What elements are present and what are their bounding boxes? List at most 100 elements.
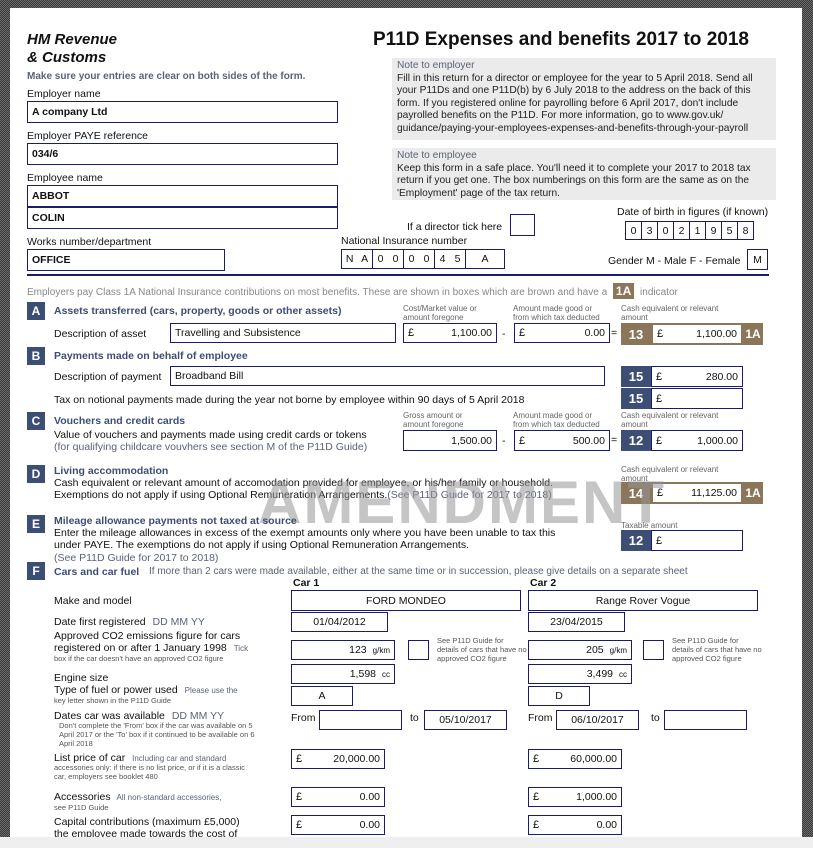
car2-list-price-field[interactable]: £60,000.00 (528, 749, 622, 769)
ni-pair[interactable]: 00 (372, 249, 404, 269)
car1-list-price-field[interactable]: £20,000.00 (291, 749, 385, 769)
employee-name-label: Employee name (27, 172, 103, 184)
car2-engine-field[interactable]: 3,499 cc (528, 664, 632, 684)
car1-from-field[interactable] (319, 710, 402, 730)
class-1a-indicator: 1A (743, 323, 763, 345)
currency-sign: £ (519, 434, 526, 447)
vouchers-cash-equivalent-field[interactable]: £1,000.00 (651, 430, 743, 451)
currency-sign: £ (656, 370, 663, 383)
asset-description-label: Description of asset (54, 328, 147, 340)
dob-digit[interactable]: 1 (689, 221, 706, 240)
horizontal-scroll-area[interactable] (0, 837, 813, 848)
employer-name-field[interactable]: A company Ltd (27, 101, 338, 123)
currency-sign: £ (296, 753, 303, 765)
employee-forename-field[interactable]: COLIN (27, 207, 338, 229)
ni-suffix[interactable]: A (465, 249, 505, 269)
dob-digit[interactable]: 5 (721, 221, 738, 240)
car2-from-field[interactable]: 06/10/2017 (556, 710, 639, 730)
director-label: If a director tick here (407, 221, 503, 233)
box-12-mileage-badge: 12 (621, 530, 651, 551)
asset-cost-value: 1,100.00 (451, 327, 492, 339)
box-15-tax-badge: 15 (621, 388, 651, 409)
director-checkbox[interactable] (510, 214, 535, 236)
org-line1: HM Revenue (27, 31, 118, 48)
employee-surname-field[interactable]: ABBOT (27, 185, 338, 207)
asset-cash-equivalent-field[interactable]: £1,100.00 (651, 323, 743, 345)
co2-label-line2: registered on or after 1 January 1998 Ti… (54, 642, 248, 654)
mileage-taxable-field[interactable]: £ (651, 530, 743, 551)
car1-accessories-field[interactable]: £0.00 (291, 787, 385, 807)
car1-make-field[interactable]: FORD MONDEO (291, 590, 521, 611)
mileage-body: Enter the mileage allowances in excess o… (54, 527, 556, 551)
car2-fuel-field[interactable]: D (528, 686, 590, 706)
section-c-letter: C (27, 412, 45, 430)
car1-capital-field[interactable]: £0.00 (291, 815, 385, 835)
ni-pair[interactable]: NA (341, 249, 373, 269)
car1-no-co2-checkbox[interactable] (408, 640, 429, 660)
dob-digit[interactable]: 0 (625, 221, 642, 240)
car2-capital-value: 0.00 (596, 819, 617, 831)
class-1a-indicator: 1A (743, 482, 763, 504)
payment-amount-field[interactable]: £280.00 (651, 366, 743, 387)
asset-cost-field[interactable]: £1,100.00 (403, 323, 497, 343)
note-to-employer-title: Note to employer (397, 60, 475, 71)
car2-no-co2-checkbox[interactable] (643, 640, 664, 660)
car2-to-field[interactable] (664, 710, 747, 730)
dob-digit[interactable]: 9 (705, 221, 722, 240)
car2-date-registered-field[interactable]: 23/04/2015 (528, 612, 625, 632)
car1-fuel-field[interactable]: A (291, 686, 353, 706)
gender-field[interactable]: M (747, 249, 768, 270)
dob-digit[interactable]: 8 (737, 221, 754, 240)
currency-sign: £ (519, 327, 526, 339)
section-a-col2-header: Amount made good or from which tax deduc… (513, 304, 600, 322)
payment-description-field[interactable]: Broadband Bill (170, 366, 605, 386)
ni-char: N (345, 253, 354, 265)
dob-digit[interactable]: 2 (673, 221, 690, 240)
notional-tax-field[interactable]: £ (651, 388, 743, 409)
vouchers-made-good-field[interactable]: £500.00 (514, 430, 610, 451)
dob-field[interactable]: 0 3 0 2 1 9 5 8 (625, 221, 754, 240)
class-1a-indicator-text: indicator (640, 287, 678, 298)
employer-paye-label: Employer PAYE reference (27, 130, 148, 142)
ni-char: 0 (377, 253, 384, 265)
ni-pair[interactable]: 00 (403, 249, 435, 269)
car2-make-field[interactable]: Range Rover Vogue (528, 590, 758, 611)
employer-name-label: Employer name (27, 88, 101, 100)
car2-engine-value: 3,499 (586, 668, 613, 680)
accessories-hint: All non-standard accessories, (116, 793, 222, 802)
class-1a-note: Employers pay Class 1A National Insuranc… (27, 283, 678, 299)
date-format-hint: DD MM YY (152, 616, 205, 628)
class-1a-text: Employers pay Class 1A National Insuranc… (27, 287, 608, 298)
co2-tick-hint: Tick (233, 644, 249, 653)
mileage-guide-ref: (See P11D Guide for 2017 to 2018) (54, 552, 219, 564)
dob-digit[interactable]: 0 (657, 221, 674, 240)
car1-co2-field[interactable]: 123 g/km (291, 640, 395, 660)
ni-number-field[interactable]: NA 00 00 45 A (341, 249, 505, 269)
car2-capital-field[interactable]: £0.00 (528, 815, 622, 835)
box-13-badge: 13 (621, 323, 651, 345)
org-line2: & Customs (27, 49, 107, 66)
asset-description-field[interactable]: Travelling and Subsistence (170, 323, 396, 343)
car2-accessories-field[interactable]: £1,000.00 (528, 787, 622, 807)
currency-sign: £ (656, 534, 663, 547)
vouchers-cash-equivalent-value: 1,000.00 (697, 434, 738, 447)
car1-date-registered-field[interactable]: 01/04/2012 (291, 612, 388, 632)
accommodation-cash-equivalent-field[interactable]: £11,125.00 (651, 482, 743, 504)
employer-paye-field[interactable]: 034/6 (27, 143, 338, 165)
works-number-field[interactable]: OFFICE (27, 249, 225, 271)
fuel-type-text: Type of fuel or power used (54, 684, 178, 696)
vouchers-gross-field[interactable]: 1,500.00 (403, 430, 497, 451)
car1-co2-value: 123 (349, 644, 367, 656)
car2-co2-field[interactable]: 205 g/km (528, 640, 632, 660)
car1-header: Car 1 (293, 577, 320, 589)
asset-made-good-field[interactable]: £0.00 (514, 323, 610, 343)
ni-pair[interactable]: 45 (434, 249, 466, 269)
cc-unit: cc (619, 669, 627, 679)
car2-co2-value: 205 (586, 644, 604, 656)
section-c-col1-header: Gross amount or amount foregone (403, 411, 464, 429)
car1-engine-field[interactable]: 1,598 cc (291, 664, 395, 684)
dob-digit[interactable]: 3 (641, 221, 658, 240)
car1-to-field[interactable]: 05/10/2017 (424, 710, 507, 730)
ni-char: 0 (423, 253, 430, 265)
accessories-text: Accessories (54, 791, 111, 803)
